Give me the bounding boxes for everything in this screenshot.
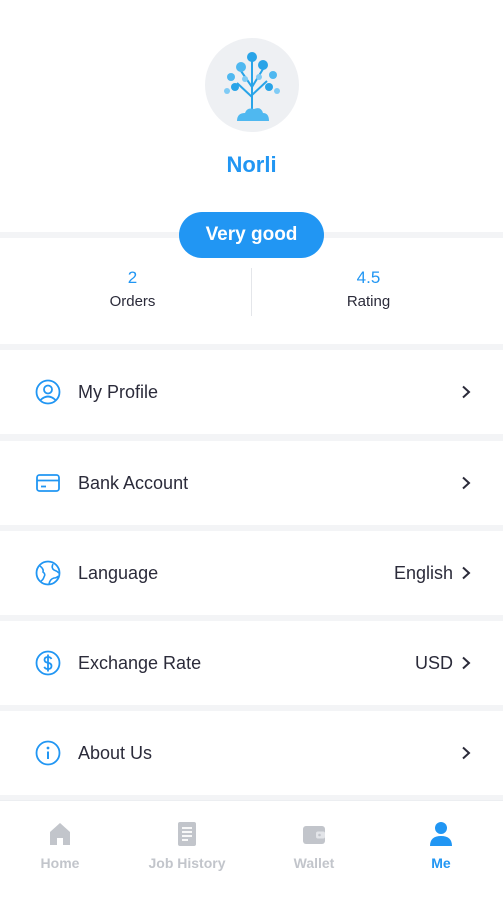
menu-item-about-us[interactable]: About Us xyxy=(0,711,503,795)
menu-item-label: My Profile xyxy=(78,381,159,402)
chevron-right-icon xyxy=(462,476,471,490)
menu-item-my-profile[interactable]: My Profile xyxy=(0,350,503,434)
stat-orders[interactable]: 2 Orders xyxy=(7,268,258,310)
user-circle-icon xyxy=(35,379,61,405)
orders-count: 2 xyxy=(127,268,138,287)
tree-logo-icon xyxy=(224,52,280,121)
exchange-rate-value: USD xyxy=(414,652,453,673)
menu-item-label: Language xyxy=(78,562,159,583)
globe-icon xyxy=(35,560,61,586)
rating-badge: Very good xyxy=(179,212,324,258)
tab-wallet[interactable]: Wallet xyxy=(251,801,377,900)
orders-label: Orders xyxy=(109,293,156,310)
rating-label: Rating xyxy=(346,293,391,310)
tab-label: Wallet xyxy=(293,855,335,871)
chevron-right-icon xyxy=(462,385,471,399)
home-icon xyxy=(50,823,70,845)
tab-home[interactable]: Home xyxy=(0,801,123,900)
chevron-right-icon xyxy=(462,746,471,760)
tab-job-history[interactable]: Job History xyxy=(124,801,250,900)
stat-rating[interactable]: 4.5 Rating xyxy=(243,268,494,310)
tab-me[interactable]: Me xyxy=(378,801,503,900)
menu-item-language[interactable]: Language English xyxy=(0,531,503,615)
menu-item-bank-account[interactable]: Bank Account xyxy=(0,441,503,525)
menu-item-label: Exchange Rate xyxy=(78,652,202,673)
tab-label: Job History xyxy=(148,855,226,871)
menu-item-label: Bank Account xyxy=(78,472,189,493)
card-icon xyxy=(36,474,60,492)
profile-header: Norli xyxy=(0,0,503,232)
tab-label: Me xyxy=(431,855,451,871)
avatar[interactable] xyxy=(205,38,299,132)
chevron-right-icon xyxy=(462,656,471,670)
person-icon xyxy=(430,822,452,846)
tab-label: Home xyxy=(40,855,80,871)
menu-item-exchange-rate[interactable]: Exchange Rate USD xyxy=(0,621,503,705)
language-value: English xyxy=(393,562,453,583)
info-icon xyxy=(35,740,61,766)
dollar-icon xyxy=(35,650,61,676)
menu-item-label: About Us xyxy=(78,742,153,763)
document-icon xyxy=(178,822,196,846)
wallet-icon xyxy=(303,826,325,844)
user-name: Norli xyxy=(226,152,277,177)
rating-value: 4.5 xyxy=(356,268,381,287)
bottom-tab-bar: Home Job History Wallet Me xyxy=(0,800,503,900)
chevron-right-icon xyxy=(462,566,471,580)
